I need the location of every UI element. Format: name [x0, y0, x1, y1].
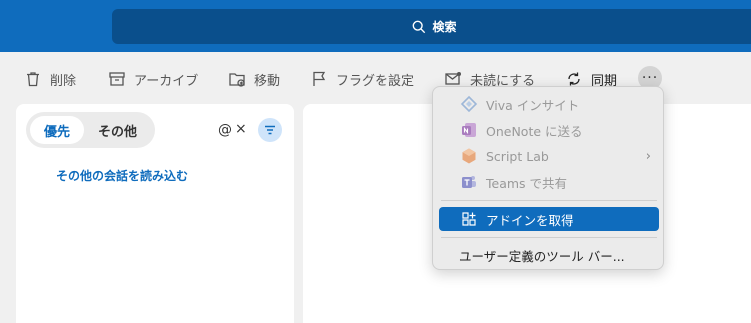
- menu-separator: [441, 200, 657, 201]
- folder-move-icon: [229, 73, 245, 87]
- more-icon: ···: [641, 70, 659, 86]
- flag-label: フラグを設定: [336, 73, 415, 89]
- menu-item-label: Viva インサイト: [486, 97, 580, 113]
- mention-icon[interactable]: @: [218, 122, 232, 138]
- menu-item-viva-insights[interactable]: Viva インサイト: [439, 92, 659, 116]
- inbox-pivot: 優先 その他: [26, 112, 156, 148]
- chevron-right-icon: ›: [645, 148, 651, 164]
- menu-item-label: OneNote に送る: [486, 123, 583, 139]
- search-icon: [413, 20, 426, 33]
- menu-item-teams[interactable]: Teams で共有: [439, 170, 659, 194]
- teams-icon: [459, 172, 479, 192]
- menu-item-label: Teams で共有: [486, 175, 568, 191]
- more-options-menu: Viva インサイト OneNote に送る Script Lab › Team…: [432, 86, 664, 270]
- add-ins-icon: [459, 209, 479, 229]
- move-button[interactable]: 移動: [228, 68, 280, 90]
- archive-label: アーカイブ: [134, 73, 199, 89]
- top-bar: 検索: [0, 0, 751, 52]
- menu-item-onenote[interactable]: OneNote に送る: [439, 118, 659, 142]
- flag-icon: [313, 71, 326, 86]
- close-icon[interactable]: ×: [235, 121, 247, 137]
- menu-item-get-add-ins[interactable]: アドインを取得: [439, 207, 659, 231]
- menu-item-label: Script Lab: [486, 148, 549, 164]
- archive-icon: [109, 72, 125, 86]
- trash-icon: [27, 72, 39, 87]
- filter-icon: [265, 125, 275, 135]
- delete-label: 削除: [50, 73, 77, 89]
- viva-insights-icon: [459, 94, 479, 114]
- load-more-link[interactable]: その他の会話を読み込む: [56, 167, 188, 184]
- filter-button[interactable]: [258, 118, 282, 142]
- search-box[interactable]: 検索: [112, 9, 751, 44]
- archive-button[interactable]: アーカイブ: [108, 68, 198, 90]
- menu-separator: [441, 237, 657, 238]
- delete-button[interactable]: 削除: [24, 68, 76, 90]
- tab-other[interactable]: その他: [84, 116, 151, 144]
- script-lab-icon: [459, 146, 479, 166]
- search-label: 検索: [432, 20, 457, 34]
- move-label: 移動: [254, 73, 281, 89]
- menu-item-script-lab[interactable]: Script Lab ›: [439, 144, 659, 168]
- onenote-icon: [459, 120, 479, 140]
- flag-button[interactable]: フラグを設定: [310, 68, 414, 90]
- menu-item-label: アドインを取得: [486, 212, 574, 228]
- menu-item-label: ユーザー定義のツール バー...: [459, 248, 625, 264]
- menu-item-customize-toolbar[interactable]: ユーザー定義のツール バー...: [439, 243, 659, 267]
- tab-focused[interactable]: 優先: [30, 116, 85, 144]
- message-list-pane: 優先 その他 @ × その他の会話を読み込む: [16, 104, 294, 323]
